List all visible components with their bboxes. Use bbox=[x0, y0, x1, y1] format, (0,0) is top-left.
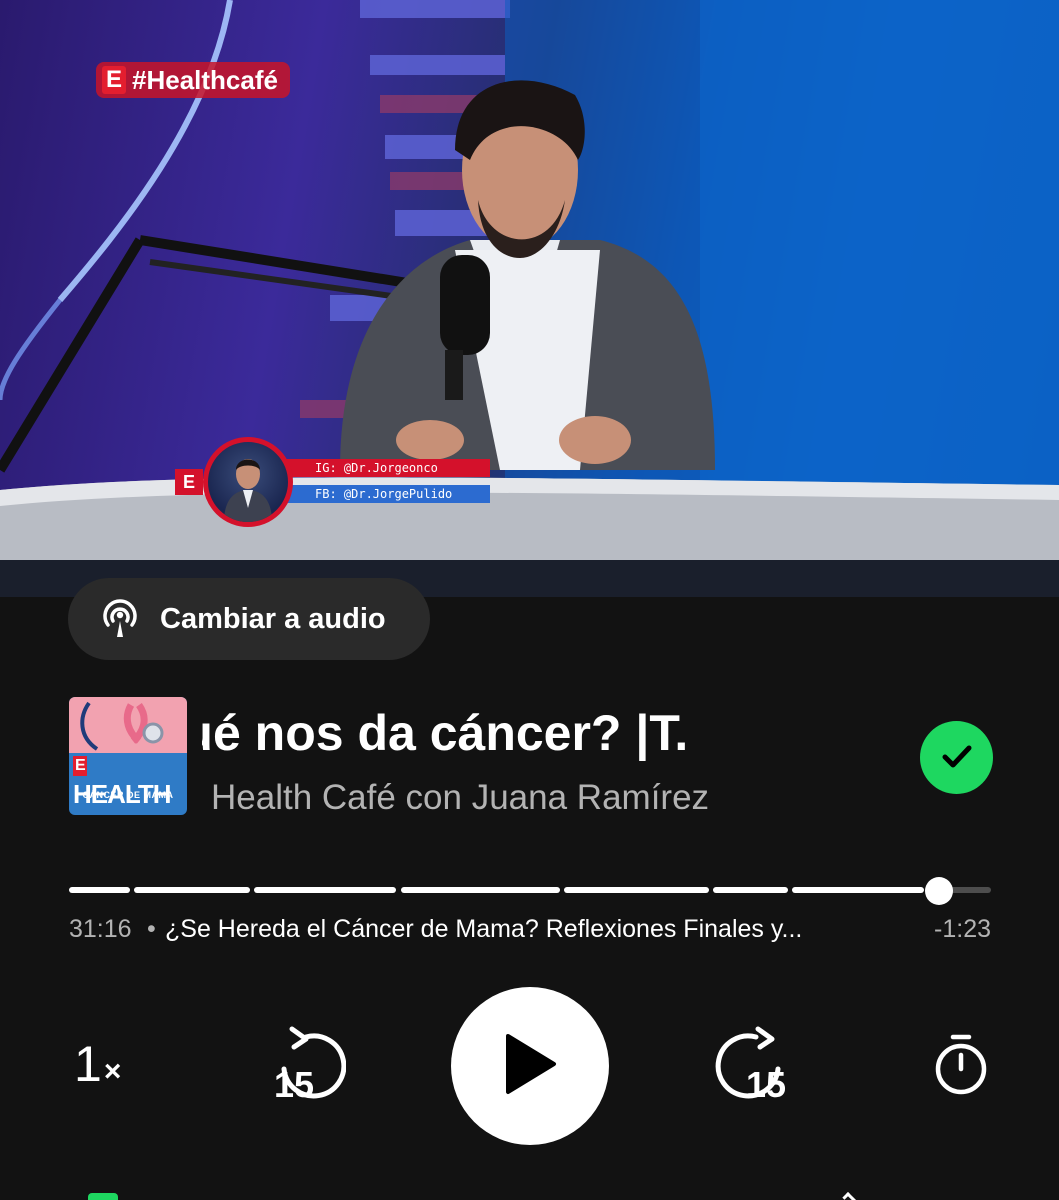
lower-third-logo: E bbox=[175, 469, 203, 495]
guest-avatar bbox=[203, 437, 293, 527]
skip-back-icon: 15 bbox=[274, 1026, 347, 1105]
time-row: 31:16 • ¿Se Hereda el Cáncer de Mama? Re… bbox=[69, 912, 991, 946]
episode-cover-art[interactable]: EHEALTH CÁNCER DE MAMA bbox=[69, 697, 187, 815]
play-button[interactable] bbox=[451, 987, 609, 1145]
elapsed-time: 31:16 bbox=[69, 915, 132, 943]
remaining-time: -1:23 bbox=[934, 915, 991, 943]
cover-ribbon-area bbox=[69, 697, 187, 753]
episode-title-marquee[interactable]: ¿Porqué nos da cáncer? |T. bbox=[202, 700, 780, 766]
saved-toggle-button[interactable] bbox=[920, 721, 993, 794]
play-icon bbox=[500, 1032, 560, 1100]
podcast-icon bbox=[98, 595, 142, 643]
playback-speed-button[interactable]: 1 × bbox=[74, 1035, 121, 1099]
sleep-timer-button[interactable] bbox=[932, 1033, 990, 1101]
skip-forward-seconds: 15 bbox=[746, 1064, 786, 1105]
show-name[interactable]: Health Café con Juana Ramírez bbox=[211, 778, 709, 818]
progress-segment-played bbox=[712, 887, 788, 893]
skip-forward-icon: 15 bbox=[715, 1026, 786, 1105]
switch-to-audio-label: Cambiar a audio bbox=[160, 602, 386, 635]
progress-segment-played bbox=[133, 887, 250, 893]
progress-segment-played bbox=[253, 887, 397, 893]
progress-bar[interactable] bbox=[69, 877, 991, 905]
progress-segment-played bbox=[792, 887, 925, 893]
bottom-chevron-icon bbox=[842, 1192, 864, 1200]
progress-scrubber-handle[interactable] bbox=[925, 877, 954, 905]
progress-segment-played bbox=[564, 887, 709, 893]
progress-segment-played bbox=[401, 887, 561, 893]
skip-back-button[interactable]: 15 bbox=[266, 1025, 347, 1109]
instagram-handle: IG: @Dr.Jorgeonco bbox=[285, 459, 490, 477]
playback-speed-value: 1 bbox=[74, 1036, 102, 1092]
chapter-separator: • bbox=[147, 915, 156, 943]
checkmark-icon bbox=[939, 738, 975, 778]
playback-speed-unit: × bbox=[103, 1055, 122, 1088]
channel-badge: E #Healthcafé bbox=[96, 62, 290, 98]
skip-back-seconds: 15 bbox=[274, 1064, 314, 1105]
progress-segment-played bbox=[69, 887, 130, 893]
channel-hashtag: #Healthcafé bbox=[132, 64, 278, 95]
bottom-device-indicator bbox=[88, 1193, 118, 1200]
skip-forward-button[interactable]: 15 bbox=[714, 1025, 794, 1109]
facebook-handle: FB: @Dr.JorgePulido bbox=[285, 485, 490, 503]
switch-to-audio-button[interactable]: Cambiar a audio bbox=[68, 578, 430, 660]
cover-subtitle: CÁNCER DE MAMA bbox=[82, 790, 174, 800]
channel-logo: E bbox=[102, 66, 127, 94]
timer-icon bbox=[935, 1034, 987, 1095]
current-chapter[interactable]: ¿Se Hereda el Cáncer de Mama? Reflexione… bbox=[165, 912, 802, 946]
lower-third: E IG: @Dr.Jorgeonco FB: @Dr.JorgePulido bbox=[175, 437, 495, 527]
episode-title: ¿Porqué nos da cáncer? |T. bbox=[202, 705, 689, 761]
video-player[interactable]: E #Healthcafé E IG: @Dr.Jorgeonco FB: @D… bbox=[0, 0, 1059, 597]
